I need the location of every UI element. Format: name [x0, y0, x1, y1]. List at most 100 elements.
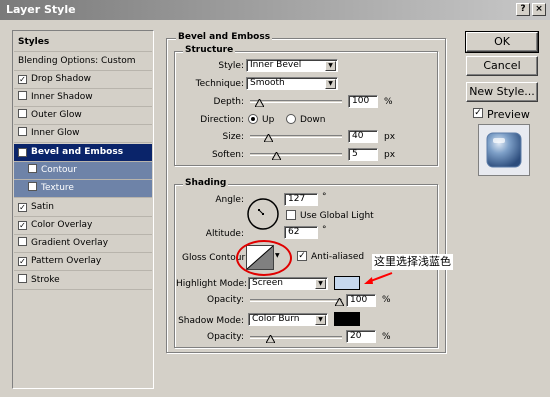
annotation-arrow	[362, 268, 394, 286]
chevron-down-icon: ▼	[325, 61, 336, 71]
structure-title: Structure	[183, 45, 236, 55]
size-input[interactable]: 40	[348, 130, 378, 143]
depth-slider-thumb[interactable]	[255, 99, 264, 107]
style-list-item[interactable]: Outer Glow	[14, 107, 152, 125]
shadow-opacity-slider-track[interactable]	[250, 336, 342, 339]
style-preview-thumbnail	[478, 124, 530, 176]
chevron-down-icon: ▼	[315, 279, 326, 289]
title-bar: Layer Style ? ×	[0, 0, 550, 20]
style-label: Style:	[218, 61, 244, 71]
style-list-item[interactable]: Stroke	[14, 272, 152, 290]
style-list-item[interactable]: ✓ Pattern Overlay	[14, 253, 152, 271]
style-list-item[interactable]: Styles	[14, 34, 152, 52]
style-select[interactable]: Inner Bevel ▼	[246, 59, 338, 72]
highlight-mode-value: Screen	[252, 278, 283, 288]
style-list-item-label: Drop Shadow	[31, 74, 92, 84]
close-button[interactable]: ×	[532, 3, 546, 16]
style-checkbox[interactable]: ✓	[18, 257, 27, 266]
style-list-item-label: Blending Options: Custom	[18, 56, 136, 66]
anti-aliased-checkbox[interactable]: ✓	[297, 251, 307, 261]
chevron-down-icon: ▼	[315, 315, 326, 325]
style-checkbox[interactable]: ✓	[18, 75, 27, 84]
shadow-opacity-slider-thumb[interactable]	[266, 335, 275, 343]
style-checkbox[interactable]	[28, 182, 37, 191]
style-list-item-label: Styles	[18, 37, 50, 47]
shadow-mode-label: Shadow Mode:	[178, 316, 244, 326]
size-slider-thumb[interactable]	[264, 134, 273, 142]
angle-unit: °	[322, 192, 327, 202]
soften-label: Soften:	[211, 150, 244, 160]
style-checkbox[interactable]	[18, 237, 27, 246]
new-style-button[interactable]: New Style...	[466, 82, 538, 102]
style-list-item-label: Color Overlay	[31, 220, 93, 230]
style-checkbox[interactable]: ✓	[18, 203, 27, 212]
preview-label: Preview	[487, 108, 530, 121]
style-list-item[interactable]: Blending Options: Custom	[14, 53, 152, 71]
highlight-opacity-input[interactable]: 100	[346, 294, 376, 307]
style-list-item-label: Inner Glow	[31, 128, 80, 138]
style-checkbox[interactable]	[18, 274, 27, 283]
direction-up-label: Up	[262, 115, 275, 125]
highlight-opacity-slider-thumb[interactable]	[335, 298, 344, 306]
anti-aliased-label: Anti-aliased	[311, 252, 365, 262]
highlight-mode-label: Highlight Mode:	[176, 279, 248, 289]
window-title: Layer Style	[6, 3, 76, 16]
shadow-mode-value: Color Burn	[252, 314, 300, 324]
shadow-mode-select[interactable]: Color Burn ▼	[248, 313, 328, 326]
style-checkbox[interactable]	[18, 109, 27, 118]
depth-input[interactable]: 100	[348, 95, 378, 108]
use-global-light-label: Use Global Light	[300, 211, 374, 221]
style-list-item[interactable]: Gradient Overlay	[14, 235, 152, 253]
style-list-item[interactable]: ✓ Color Overlay	[14, 217, 152, 235]
preview-checkbox[interactable]: ✓	[473, 108, 483, 118]
highlight-color-swatch[interactable]	[334, 276, 360, 290]
style-checkbox[interactable]	[18, 91, 27, 100]
soften-slider-thumb[interactable]	[272, 152, 281, 160]
shadow-opacity-unit: %	[382, 332, 391, 342]
soften-input[interactable]: 5	[348, 148, 378, 161]
use-global-light-checkbox[interactable]	[286, 210, 296, 220]
size-unit: px	[384, 132, 396, 142]
style-list-item[interactable]: ✓ Satin	[14, 199, 152, 217]
technique-select[interactable]: Smooth ▼	[246, 77, 338, 90]
shadow-color-swatch[interactable]	[334, 312, 360, 326]
style-list-item[interactable]: Inner Shadow	[14, 89, 152, 107]
style-checkbox[interactable]: ✓	[18, 148, 27, 157]
shadow-opacity-input[interactable]: 20	[346, 330, 376, 343]
style-list-item[interactable]: Texture	[14, 180, 152, 198]
shadow-opacity-label: Opacity:	[207, 332, 244, 342]
chevron-down-icon: ▼	[325, 79, 336, 89]
technique-select-value: Smooth	[250, 78, 285, 88]
cancel-button[interactable]: Cancel	[466, 56, 538, 76]
soften-slider-track[interactable]	[250, 153, 342, 156]
highlight-mode-select[interactable]: Screen ▼	[248, 277, 328, 290]
technique-label: Technique:	[195, 79, 244, 89]
style-list-item-label: Pattern Overlay	[31, 256, 102, 266]
ok-button[interactable]: OK	[466, 32, 538, 52]
style-checkbox[interactable]	[18, 127, 27, 136]
style-list-item[interactable]: ✓ Drop Shadow	[14, 71, 152, 89]
angle-dial[interactable]	[246, 197, 280, 231]
depth-label: Depth:	[213, 97, 244, 107]
depth-unit: %	[384, 97, 393, 107]
direction-up-radio[interactable]	[248, 114, 258, 124]
highlight-opacity-slider-track[interactable]	[250, 299, 342, 302]
style-checkbox[interactable]: ✓	[18, 221, 27, 230]
style-checkbox[interactable]	[28, 164, 37, 173]
direction-label: Direction:	[200, 115, 244, 125]
style-list-item-label: Bevel and Emboss	[31, 147, 124, 157]
style-list-item[interactable]: Contour	[14, 162, 152, 180]
angle-input[interactable]: 127	[284, 193, 318, 206]
size-label: Size:	[222, 132, 244, 142]
red-highlight-circle	[236, 240, 292, 276]
style-list-item[interactable]: Inner Glow	[14, 125, 152, 143]
style-list-item[interactable]: ✓ Bevel and Emboss	[14, 144, 152, 162]
help-button[interactable]: ?	[516, 3, 530, 16]
direction-down-radio[interactable]	[286, 114, 296, 124]
altitude-label: Altitude:	[205, 229, 244, 239]
style-list-item-label: Inner Shadow	[31, 92, 93, 102]
style-select-value: Inner Bevel	[250, 60, 302, 70]
style-list-item-label: Satin	[31, 202, 54, 212]
style-list-item-label: Gradient Overlay	[31, 238, 109, 248]
altitude-input[interactable]: 62	[284, 226, 318, 239]
